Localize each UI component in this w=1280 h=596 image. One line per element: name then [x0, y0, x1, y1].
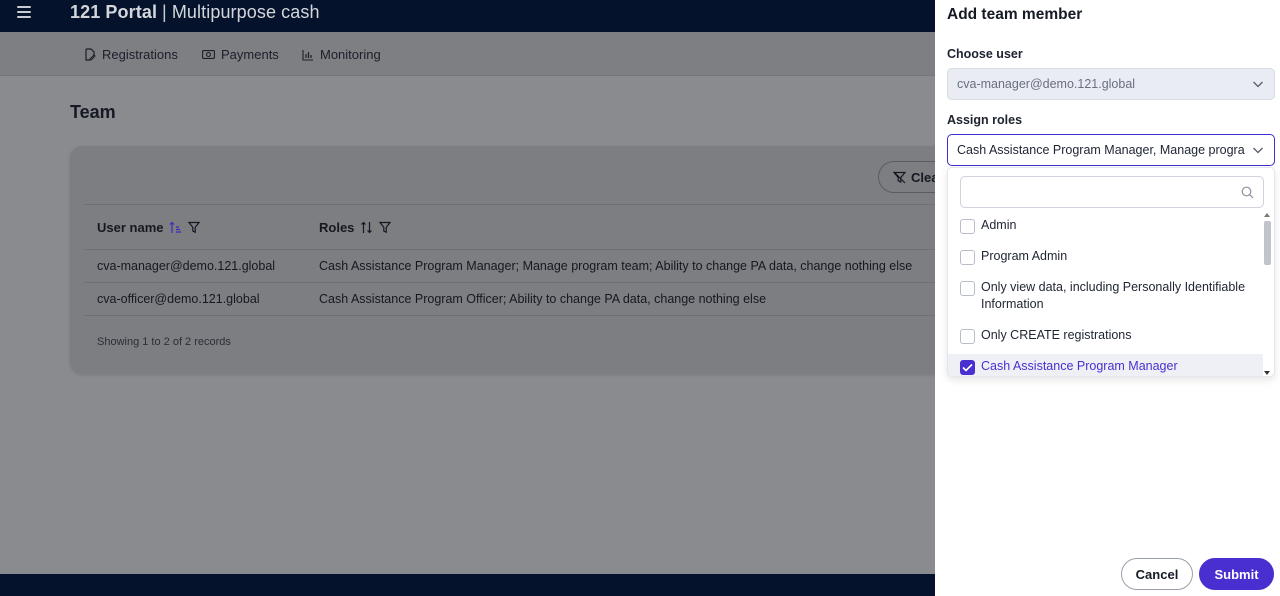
checkbox[interactable] [960, 219, 975, 234]
page-title: Team [70, 102, 116, 122]
scroll-up-icon[interactable] [1264, 213, 1270, 217]
choose-user-label: Choose user [947, 47, 1023, 61]
title-separator: | [162, 2, 167, 22]
program-name: Multipurpose cash [171, 2, 320, 22]
pagination-summary: Showing 1 to 2 of 2 records [97, 336, 231, 348]
column-header-roles-label: Roles [319, 220, 355, 235]
app-title: 121 Portal | Multipurpose cash [70, 2, 320, 23]
checkbox[interactable] [960, 329, 975, 344]
chevron-down-icon [1253, 81, 1263, 88]
roles-filter-input[interactable] [969, 177, 1239, 205]
nav-registrations[interactable]: Registrations [84, 47, 178, 62]
nav-payments[interactable]: Payments [202, 47, 279, 62]
cash-icon [202, 50, 215, 59]
scroll-down-icon[interactable] [1264, 371, 1270, 375]
app-name: 121 Portal [70, 2, 158, 22]
chevron-down-icon [1253, 147, 1263, 154]
nav-monitoring[interactable]: Monitoring [302, 47, 381, 62]
divider [84, 282, 970, 283]
checkmark-icon [962, 363, 973, 372]
checkbox[interactable] [960, 281, 975, 296]
table-cell-user: cva-officer@demo.121.global [97, 292, 260, 306]
role-option-create-registrations[interactable]: Only CREATE registrations [948, 327, 1263, 349]
roles-filter[interactable] [960, 176, 1264, 208]
role-option-admin[interactable]: Admin [948, 217, 1263, 239]
edit-icon [85, 48, 96, 61]
column-header-roles[interactable]: Roles [319, 220, 392, 235]
divider [84, 204, 970, 205]
scrollbar-thumb[interactable] [1264, 221, 1271, 265]
chart-icon [302, 49, 313, 61]
divider [84, 249, 970, 250]
checkbox[interactable] [960, 250, 975, 265]
sort-ascending-icon[interactable] [169, 221, 182, 234]
team-table-card: Clea User name Roles cva-manager@demo.12… [70, 146, 998, 374]
choose-user-value: cva-manager@demo.121.global [957, 77, 1136, 91]
sort-icon[interactable] [360, 221, 373, 234]
filter-off-icon [893, 171, 906, 183]
role-option-label: Program Admin [981, 249, 1068, 263]
role-option-view-only[interactable]: Only view data, including Personally Ide… [948, 279, 1263, 317]
filter-icon[interactable] [379, 221, 392, 234]
role-option-program-admin[interactable]: Program Admin [948, 248, 1263, 270]
table-cell-roles: Cash Assistance Program Officer; Ability… [319, 292, 767, 306]
submit-button[interactable]: Submit [1199, 558, 1274, 590]
add-team-member-panel: Add team member Choose user cva-manager@… [935, 0, 1280, 596]
role-option-label: Cash Assistance Program Manager [981, 359, 1178, 373]
assign-roles-label: Assign roles [947, 113, 1023, 127]
role-option-label: Only view data, including Personally Ide… [981, 280, 1246, 311]
nav-payments-label: Payments [221, 47, 279, 62]
nav-monitoring-label: Monitoring [320, 47, 381, 62]
column-header-user-name-label: User name [97, 220, 164, 235]
table-cell-roles: Cash Assistance Program Manager; Manage … [319, 259, 913, 273]
assign-roles-value: Cash Assistance Program Manager, Manage … [957, 143, 1245, 157]
choose-user-select[interactable]: cva-manager@demo.121.global [947, 68, 1275, 100]
filter-icon[interactable] [188, 221, 201, 234]
role-option-label: Admin [981, 218, 1017, 232]
table-cell-user: cva-manager@demo.121.global [97, 259, 276, 273]
search-icon [1241, 186, 1254, 199]
nav-registrations-label: Registrations [102, 47, 178, 62]
divider [84, 315, 970, 316]
roles-dropdown: Admin Program Admin Only view data, incl… [947, 167, 1275, 377]
role-option-cash-assistance-program-manager[interactable]: Cash Assistance Program Manager [948, 354, 1263, 376]
menu-icon[interactable] [17, 6, 31, 18]
checkbox-checked[interactable] [960, 360, 975, 375]
role-option-label: Only CREATE registrations [981, 328, 1132, 342]
assign-roles-select[interactable]: Cash Assistance Program Manager, Manage … [947, 134, 1275, 166]
column-header-user-name[interactable]: User name [97, 220, 201, 235]
cancel-button[interactable]: Cancel [1121, 558, 1193, 590]
dropdown-scrollbar[interactable] [1263, 213, 1272, 375]
panel-title: Add team member [947, 6, 1083, 23]
